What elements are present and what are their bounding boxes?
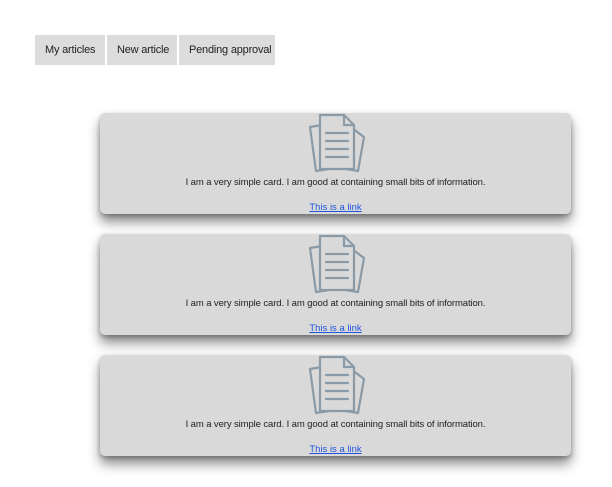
tab-pending-approval[interactable]: Pending approval (179, 35, 275, 65)
document-stack-icon (308, 355, 366, 415)
card-description: I am a very simple card. I am good at co… (185, 177, 486, 188)
card-list: I am a very simple card. I am good at co… (100, 113, 571, 476)
card-link[interactable]: This is a link (309, 202, 361, 213)
card-description: I am a very simple card. I am good at co… (185, 298, 486, 309)
document-stack-icon (308, 113, 366, 173)
card-link[interactable]: This is a link (309, 444, 361, 455)
info-card: I am a very simple card. I am good at co… (100, 355, 571, 456)
tab-my-articles[interactable]: My articles (35, 35, 105, 65)
info-card: I am a very simple card. I am good at co… (100, 113, 571, 214)
document-stack-icon (308, 234, 366, 294)
card-description: I am a very simple card. I am good at co… (185, 419, 486, 430)
card-link[interactable]: This is a link (309, 323, 361, 334)
tab-bar: My articles New article Pending approval (35, 35, 275, 65)
info-card: I am a very simple card. I am good at co… (100, 234, 571, 335)
tab-new-article[interactable]: New article (107, 35, 177, 65)
